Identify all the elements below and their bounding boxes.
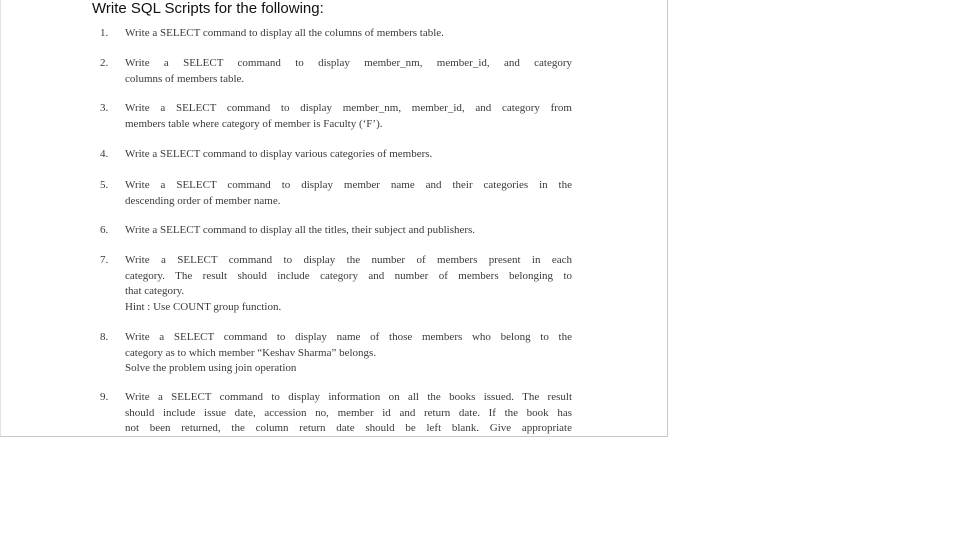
question-line: Write a SELECT command to display all th… — [125, 27, 444, 39]
question-item-9: 9. Write a SELECT command to display inf… — [100, 390, 572, 436]
question-line: that category. — [125, 285, 185, 297]
question-line: columns of members table. — [125, 72, 245, 85]
question-text: Write a SELECT command to display member… — [125, 101, 572, 132]
question-line: members table where category of member i… — [125, 117, 383, 130]
question-line: not been returned, the column return dat… — [125, 422, 572, 434]
question-text: Write a SELECT command to display member… — [125, 178, 572, 209]
document-page: Write SQL Scripts for the following: 1. … — [0, 0, 668, 437]
question-line: Write a SELECT command to display all th… — [125, 224, 476, 236]
question-line: descending order of member name. — [125, 194, 281, 207]
question-number: 2. — [100, 57, 109, 69]
question-line: category. The result should include cate… — [125, 269, 572, 282]
question-item-8: 8. Write a SELECT command to display nam… — [100, 330, 572, 377]
question-text: Write a SELECT command to display inform… — [125, 390, 572, 436]
question-text: Write a SELECT command to display name o… — [125, 330, 572, 377]
question-line: Write a SELECT command to display member… — [125, 102, 572, 114]
question-item-6: 6. Write a SELECT command to display all… — [100, 223, 572, 239]
question-line: should include issue date, accession no,… — [125, 406, 572, 419]
question-number: 6. — [100, 224, 109, 236]
question-line: Write a SELECT command to display member… — [125, 179, 572, 191]
question-text: Write a SELECT command to display all th… — [125, 26, 572, 42]
question-number: 1. — [100, 27, 109, 39]
question-item-4: 4. Write a SELECT command to display var… — [100, 147, 572, 163]
question-text: Write a SELECT command to display all th… — [125, 223, 572, 239]
question-line: Solve the problem using join operation — [125, 362, 297, 374]
question-item-3: 3. Write a SELECT command to display mem… — [100, 101, 572, 132]
question-line: Hint : Use COUNT group function. — [125, 300, 282, 313]
question-number: 4. — [100, 148, 109, 160]
question-line: Write a SELECT command to display the nu… — [125, 254, 572, 266]
question-item-7: 7. Write a SELECT command to display the… — [100, 253, 572, 315]
question-item-1: 1. Write a SELECT command to display all… — [100, 26, 572, 42]
question-item-5: 5. Write a SELECT command to display mem… — [100, 178, 572, 209]
question-text: Write a SELECT command to display the nu… — [125, 253, 572, 315]
question-line: Write a SELECT command to display member… — [125, 57, 572, 69]
question-line: category as to which member “Keshav Shar… — [125, 346, 377, 359]
question-text: Write a SELECT command to display member… — [125, 56, 572, 87]
question-line: Write a SELECT command to display inform… — [125, 391, 572, 403]
question-number: 7. — [100, 254, 109, 266]
question-line: Write a SELECT command to display name o… — [125, 331, 572, 343]
question-number: 9. — [100, 391, 109, 403]
question-number: 8. — [100, 331, 109, 343]
page-heading: Write SQL Scripts for the following: — [92, 0, 324, 17]
question-item-2: 2. Write a SELECT command to display mem… — [100, 56, 572, 87]
question-line: Write a SELECT command to display variou… — [125, 148, 433, 160]
question-number: 5. — [100, 179, 109, 191]
question-text: Write a SELECT command to display variou… — [125, 147, 572, 163]
question-number: 3. — [100, 102, 109, 114]
